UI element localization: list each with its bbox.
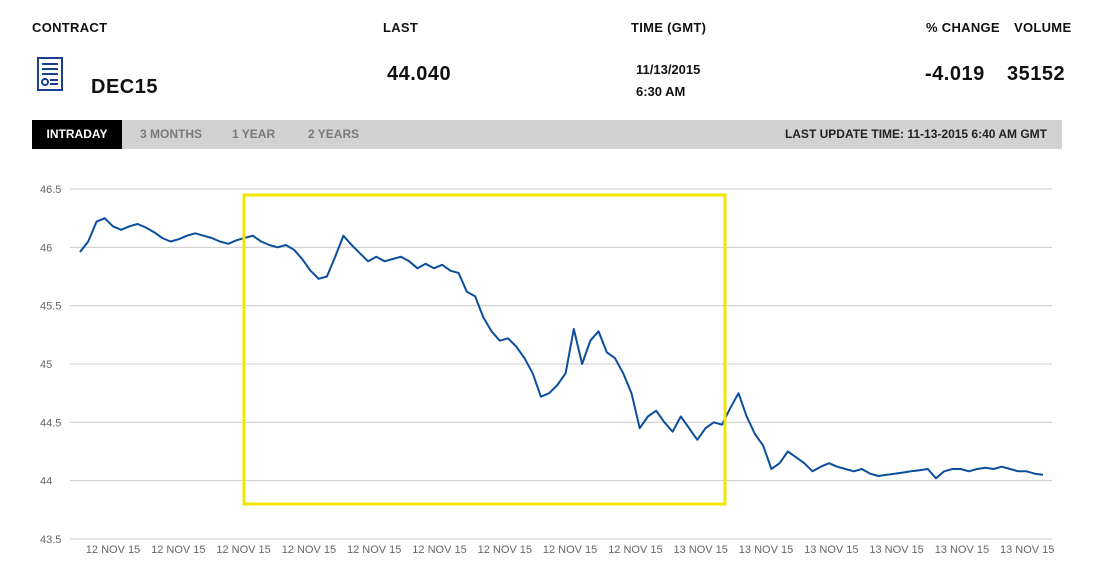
range-tab-bar: INTRADAY 3 MONTHS 1 YEAR 2 YEARS LAST UP…	[32, 120, 1062, 149]
y-tick-label: 44	[40, 476, 52, 488]
tab-2-years[interactable]: 2 YEARS	[308, 120, 359, 149]
document-chart-icon[interactable]	[37, 57, 63, 91]
contract-value: DEC15	[91, 76, 158, 98]
last-price: 44.040	[387, 63, 452, 85]
x-tick-label: 12 NOV 15	[543, 544, 597, 556]
x-tick-label: 13 NOV 15	[935, 544, 989, 556]
header-contract-label: CONTRACT	[32, 20, 108, 35]
tab-intraday[interactable]: INTRADAY	[32, 120, 122, 149]
x-tick-label: 12 NOV 15	[216, 544, 270, 556]
header-change-label: % CHANGE	[926, 20, 1000, 35]
x-tick-label: 13 NOV 15	[869, 544, 923, 556]
header-volume-label: VOLUME	[1014, 20, 1072, 35]
x-tick-label: 12 NOV 15	[608, 544, 662, 556]
x-tick-label: 13 NOV 15	[739, 544, 793, 556]
tab-3-months[interactable]: 3 MONTHS	[140, 120, 202, 149]
x-tick-label: 12 NOV 15	[347, 544, 401, 556]
quote-time: 6:30 AM	[636, 84, 686, 99]
y-tick-label: 46	[40, 242, 52, 254]
y-tick-label: 45.5	[40, 301, 61, 313]
quote-date: 11/13/2015	[636, 62, 701, 77]
volume-value: 35152	[1007, 63, 1066, 85]
y-tick-label: 44.5	[40, 417, 61, 429]
x-tick-label: 12 NOV 15	[412, 544, 466, 556]
intraday-price-chart: 46.5 46 45.5 45 44.5 44 43.5 12 NOV 15 12 NOV 15…	[40, 184, 1054, 556]
highlight-box	[242, 193, 727, 506]
x-tick-label: 12 NOV 15	[282, 544, 336, 556]
last-update-time: LAST UPDATE TIME: 11-13-2015 6:40 AM GMT	[784, 127, 1047, 141]
x-tick-label: 12 NOV 15	[478, 544, 532, 556]
x-tick-label: 13 NOV 15	[673, 544, 727, 556]
y-tick-label: 46.5	[40, 184, 61, 196]
tab-1-year[interactable]: 1 YEAR	[232, 120, 275, 149]
price-line-series	[79, 217, 1044, 480]
x-tick-label: 12 NOV 15	[86, 544, 140, 556]
header-time-label: TIME (GMT)	[631, 20, 707, 35]
y-tick-label: 45	[40, 359, 52, 371]
header-last-label: LAST	[383, 20, 419, 35]
x-tick-label: 13 NOV 15	[1000, 544, 1054, 556]
percent-change: -4.019	[925, 63, 985, 85]
y-tick-label: 43.5	[40, 534, 61, 546]
x-tick-label: 12 NOV 15	[151, 544, 205, 556]
x-tick-label: 13 NOV 15	[804, 544, 858, 556]
